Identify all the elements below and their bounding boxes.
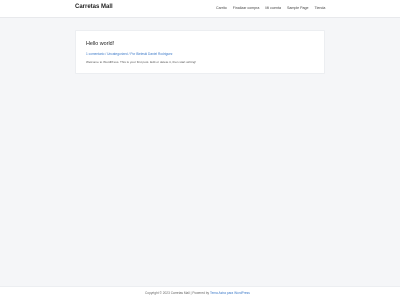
post-card: Hello world! 1 comentario / Uncategorize… bbox=[75, 30, 325, 74]
site-header: Carretas Mall Carrito Finalizar compra M… bbox=[0, 0, 400, 18]
footer-theme-link[interactable]: Tema Astra para WordPress bbox=[210, 291, 250, 295]
comments-link[interactable]: 1 comentario bbox=[86, 52, 104, 56]
nav-item-finalizar-compra[interactable]: Finalizar compra bbox=[233, 6, 260, 12]
nav-item-carrito[interactable]: Carrito bbox=[216, 6, 227, 12]
site-footer: Copyright © 2023 Carretas Mall | Powered… bbox=[0, 286, 400, 301]
nav-item-mi-cuenta[interactable]: Mi cuenta bbox=[265, 6, 281, 12]
author-link[interactable]: Por Bieleski Daniel Rodriguez bbox=[130, 52, 172, 56]
category-link[interactable]: Uncategorized bbox=[107, 52, 128, 56]
nav-item-sample-page[interactable]: Sample Page bbox=[287, 6, 309, 12]
post-title[interactable]: Hello world! bbox=[86, 41, 114, 47]
post-excerpt: Welcome to WordPress. This is your first… bbox=[86, 60, 197, 64]
footer-copyright: Copyright © 2023 Carretas Mall bbox=[145, 291, 190, 295]
nav-item-tienda[interactable]: Tienda bbox=[315, 6, 326, 12]
site-title-link[interactable]: Carretas Mall bbox=[75, 4, 113, 10]
footer-text: Copyright © 2023 Carretas Mall | Powered… bbox=[145, 291, 250, 295]
main-navigation: Carrito Finalizar compra Mi cuenta Sampl… bbox=[216, 6, 325, 12]
post-meta: 1 comentario / Uncategorized / Por Biele… bbox=[86, 52, 173, 56]
footer-powered-by: Powered by bbox=[192, 291, 210, 295]
